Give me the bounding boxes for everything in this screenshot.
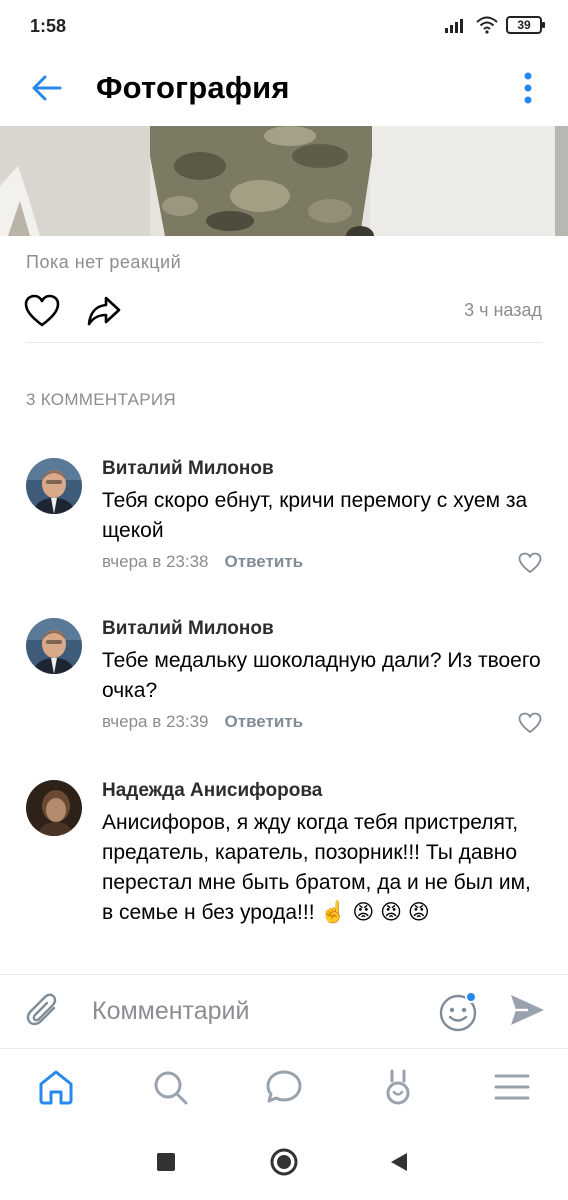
header: Фотография: [0, 54, 568, 124]
back-arrow-icon[interactable]: [26, 68, 66, 108]
menu-icon[interactable]: [492, 1067, 532, 1107]
comment-item: Виталий Милонов Тебя скоро ебнут, кричи …: [0, 458, 568, 588]
comment-meta: вчера в 23:38 Ответить: [102, 552, 303, 572]
page-title: Фотография: [96, 70, 290, 105]
post-time: 3 ч назад: [464, 300, 542, 320]
reply-button[interactable]: Ответить: [225, 712, 304, 731]
comment-author[interactable]: Надежда Анисифорова: [102, 780, 322, 802]
comment-item: Надежда Анисифорова Анисифоров, я жду ко…: [0, 780, 568, 972]
comment-input-bar: Комментарий: [0, 974, 568, 1048]
status-bar: 1:58 39: [0, 0, 568, 54]
more-vertical-icon[interactable]: [518, 68, 538, 108]
search-icon[interactable]: [150, 1067, 190, 1107]
heart-icon[interactable]: [518, 712, 542, 734]
divider: [26, 342, 542, 343]
avatar[interactable]: [26, 458, 82, 514]
comment-item: Виталий Милонов Тебе медальку шоколадную…: [0, 618, 568, 748]
post-photo[interactable]: [0, 126, 568, 236]
back-button-icon[interactable]: [388, 1151, 410, 1173]
comment-text: Анисифоров, я жду когда тебя пристрелят,…: [102, 811, 531, 924]
battery-icon: 39: [506, 16, 545, 34]
status-time: 1:58: [30, 16, 67, 36]
wifi-icon: [476, 16, 498, 34]
send-icon[interactable]: [508, 991, 546, 1029]
battery-level: 39: [517, 18, 531, 32]
paperclip-icon[interactable]: [24, 991, 64, 1031]
comment-input[interactable]: Комментарий: [92, 997, 249, 1026]
comment-date: вчера в 23:39: [102, 712, 209, 731]
recent-apps-icon[interactable]: [156, 1152, 176, 1172]
photo-image: [0, 126, 568, 236]
reactions-text: Пока нет реакций: [26, 252, 182, 272]
comments-count: 3 КОММЕНТАРИЯ: [26, 390, 176, 409]
signal-icon: [445, 19, 463, 33]
heart-icon[interactable]: [518, 552, 542, 574]
comment-meta: вчера в 23:39 Ответить: [102, 712, 303, 732]
post-actions: 3 ч назад: [0, 290, 568, 334]
comment-text: Тебе медальку шоколадную дали? Из твоего…: [102, 649, 541, 702]
avatar[interactable]: [26, 618, 82, 674]
comment-date: вчера в 23:38: [102, 552, 209, 571]
home-icon[interactable]: [36, 1067, 76, 1107]
comment-author[interactable]: Виталий Милонов: [102, 618, 274, 640]
heart-icon[interactable]: [24, 294, 60, 328]
smile-icon[interactable]: [436, 989, 480, 1033]
home-button-icon[interactable]: [270, 1148, 298, 1176]
share-icon[interactable]: [86, 294, 122, 328]
clips-icon[interactable]: [378, 1067, 418, 1107]
avatar[interactable]: [26, 780, 82, 836]
reply-button[interactable]: Ответить: [225, 552, 304, 571]
bottom-navigation: [0, 1048, 568, 1126]
comment-text: Тебя скоро ебнут, кричи перемогу с хуем …: [102, 489, 528, 542]
comment-author[interactable]: Виталий Милонов: [102, 458, 274, 480]
status-icons: 39: [444, 16, 545, 34]
system-navigation: [0, 1126, 568, 1200]
messages-icon[interactable]: [264, 1067, 304, 1107]
